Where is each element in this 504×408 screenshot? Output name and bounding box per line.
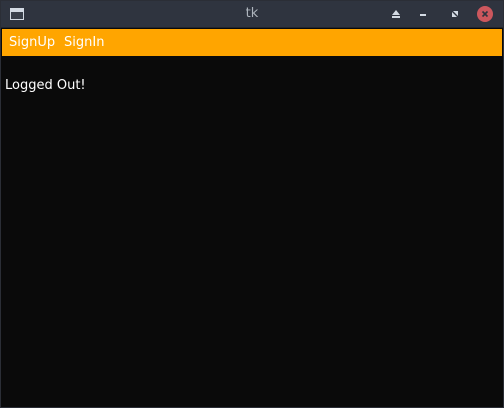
restore-icon	[452, 11, 458, 17]
menu-bar: SignUp SignIn	[2, 29, 502, 56]
title-bar[interactable]: tk	[1, 1, 503, 28]
menu-item-signup[interactable]: SignUp	[9, 35, 55, 50]
close-button[interactable]	[477, 6, 493, 22]
eject-icon	[392, 10, 400, 18]
menu-item-signin[interactable]: SignIn	[64, 35, 104, 50]
minimize-icon	[420, 14, 426, 16]
maximize-button[interactable]	[447, 6, 463, 22]
close-icon	[481, 10, 489, 18]
tk-window: tk SignUp SignIn Logged Out!	[0, 0, 504, 408]
status-label: Logged Out!	[5, 78, 86, 93]
shade-button[interactable]	[388, 6, 404, 22]
minimize-button[interactable]	[415, 6, 431, 22]
